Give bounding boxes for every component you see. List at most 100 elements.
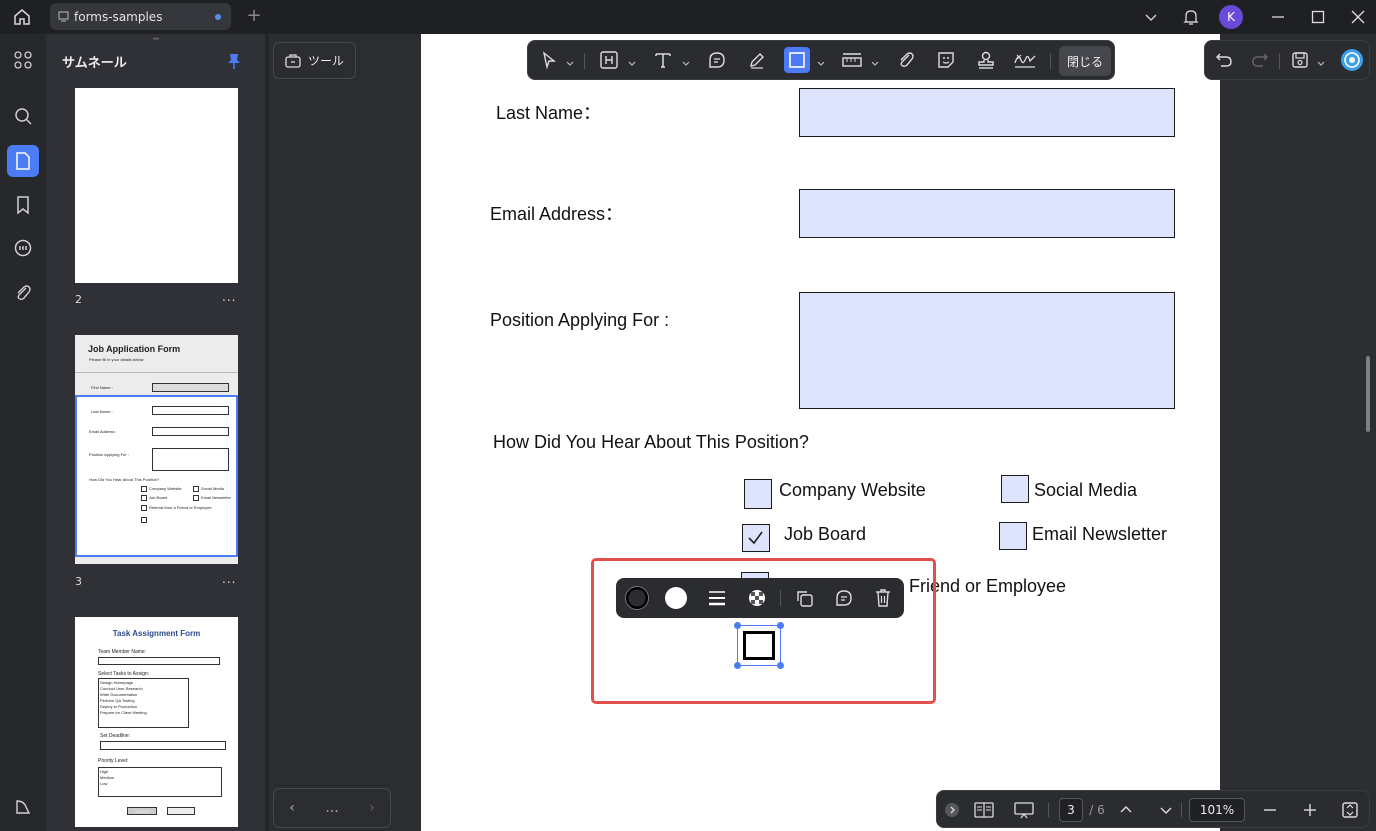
document-tab-title: forms-samples	[74, 9, 163, 24]
rectangle-annotation[interactable]	[743, 631, 775, 660]
position-field[interactable]	[799, 292, 1175, 409]
history-toolbar	[1204, 40, 1370, 80]
zoom-level-input[interactable]: 101%	[1189, 798, 1245, 822]
trash-icon[interactable]	[871, 586, 895, 610]
avatar[interactable]: K	[1219, 5, 1243, 29]
resize-handle[interactable]	[777, 662, 784, 669]
thumbnails-icon[interactable]	[7, 145, 39, 177]
resize-handle[interactable]	[734, 622, 741, 629]
duplicate-icon[interactable]	[792, 586, 816, 610]
pin-icon[interactable]	[226, 52, 242, 70]
unsaved-dot-icon	[215, 14, 221, 20]
callout-tool-icon[interactable]	[704, 47, 730, 73]
page-thumbnail-3[interactable]: Job Application Form Please fill in your…	[75, 335, 238, 564]
chevron-down-icon[interactable]	[871, 53, 879, 66]
thumb4-clear: Clear Form	[167, 807, 195, 815]
fill-color-icon[interactable]	[664, 586, 688, 610]
separator	[1050, 53, 1051, 69]
email-newsletter-checkbox[interactable]	[999, 522, 1027, 550]
prev-page-up-icon[interactable]	[1115, 797, 1137, 823]
thumb-label-email: Email Address :	[89, 429, 117, 434]
panel-grip-handle[interactable]: ┅	[146, 35, 166, 45]
separator	[780, 590, 781, 606]
text-tool-icon[interactable]	[650, 47, 676, 73]
chevron-down-icon[interactable]	[1140, 0, 1162, 34]
last-name-field[interactable]	[799, 88, 1175, 137]
vertical-scrollbar[interactable]	[1366, 356, 1370, 432]
search-icon[interactable]	[7, 100, 39, 132]
undo-icon[interactable]	[1211, 47, 1237, 73]
page-number-3: 3	[75, 575, 82, 588]
company-website-checkbox[interactable]	[744, 479, 772, 509]
toolbox-icon	[284, 53, 302, 69]
thumb-form-subtitle: Please fill in your details below	[89, 357, 144, 362]
apps-grid-icon[interactable]	[7, 44, 39, 76]
next-page-down-icon[interactable]	[1155, 797, 1177, 823]
page-number-input[interactable]: 3	[1059, 798, 1083, 822]
chevron-down-icon[interactable]	[817, 53, 825, 66]
thumb-opt-label: Social Media	[201, 486, 224, 491]
email-field[interactable]	[799, 189, 1175, 238]
page-thumbnail-2[interactable]	[75, 88, 238, 283]
chevron-down-icon[interactable]	[682, 53, 690, 66]
thumb-opt-label: Job Board	[149, 495, 168, 500]
user-avatar[interactable]: K	[1219, 0, 1243, 34]
save-icon[interactable]	[1287, 47, 1313, 73]
zoom-out-icon[interactable]	[1259, 797, 1281, 823]
next-page-icon[interactable]: ›	[369, 800, 375, 816]
signature-tool-icon[interactable]	[1012, 47, 1038, 73]
line-weight-icon[interactable]	[705, 586, 729, 610]
comments-icon[interactable]	[7, 232, 39, 264]
notification-bell-icon[interactable]	[1180, 0, 1202, 34]
close-toolbar-button[interactable]: 閉じる	[1059, 46, 1111, 76]
stroke-color-icon[interactable]	[625, 586, 649, 610]
thumb4-tasks-list: Design Homepage Conduct User Research Wr…	[98, 678, 189, 728]
rectangle-tool-icon[interactable]	[784, 47, 810, 73]
measure-tool-icon[interactable]	[839, 47, 865, 73]
redo-icon[interactable]	[1247, 47, 1273, 73]
highlight-tool-icon[interactable]	[596, 47, 622, 73]
company-website-label: Company Website	[779, 480, 926, 500]
collapse-bar-icon[interactable]	[943, 797, 961, 823]
maximize-icon[interactable]	[1308, 0, 1328, 34]
resize-handle[interactable]	[734, 662, 741, 669]
tools-label: ツール	[308, 54, 345, 68]
presentation-icon[interactable]	[1011, 797, 1037, 823]
select-tool-icon[interactable]	[536, 47, 562, 73]
close-window-icon[interactable]	[1348, 0, 1368, 34]
opacity-icon[interactable]	[745, 586, 769, 610]
tools-button[interactable]: ツール	[273, 42, 356, 79]
chevron-down-icon[interactable]	[628, 53, 636, 66]
fit-page-icon[interactable]	[1339, 797, 1361, 823]
page-2-more-button[interactable]: ...	[222, 290, 236, 304]
document-tab[interactable]: forms-samples	[50, 3, 231, 30]
thumb4-title: Task Assignment Form	[112, 629, 201, 638]
ai-assistant-icon[interactable]	[1339, 47, 1365, 73]
thumb-label-position: Position Applying For :	[89, 452, 129, 457]
separator	[584, 53, 585, 69]
brand-logo-icon[interactable]	[7, 791, 39, 823]
chevron-down-icon[interactable]	[1317, 53, 1325, 66]
chevron-down-icon[interactable]	[566, 53, 574, 66]
pen-tool-icon[interactable]	[744, 47, 770, 73]
nav-more-button[interactable]: ...	[325, 800, 338, 816]
bookmark-icon[interactable]	[7, 189, 39, 221]
new-tab-button[interactable]: +	[244, 6, 264, 26]
job-board-label: Job Board	[784, 524, 867, 544]
job-board-checkbox[interactable]	[742, 524, 770, 552]
minimize-icon[interactable]	[1268, 0, 1288, 34]
attach-tool-icon[interactable]	[893, 47, 919, 73]
page-thumbnail-4[interactable]: Task Assignment Form Team Member Name: S…	[75, 617, 238, 827]
home-icon[interactable]	[8, 5, 36, 29]
page-3-more-button[interactable]: ...	[222, 572, 236, 586]
stamp-tool-icon[interactable]	[973, 47, 999, 73]
page-layout-icon[interactable]	[971, 797, 997, 823]
prev-page-icon[interactable]: ‹	[289, 800, 295, 816]
social-media-checkbox[interactable]	[1001, 475, 1029, 503]
zoom-in-icon[interactable]	[1299, 797, 1321, 823]
thumb-cb	[141, 495, 147, 501]
comment-icon[interactable]	[832, 586, 856, 610]
attachment-icon[interactable]	[7, 277, 39, 309]
resize-handle[interactable]	[777, 622, 784, 629]
sticker-tool-icon[interactable]	[933, 47, 959, 73]
